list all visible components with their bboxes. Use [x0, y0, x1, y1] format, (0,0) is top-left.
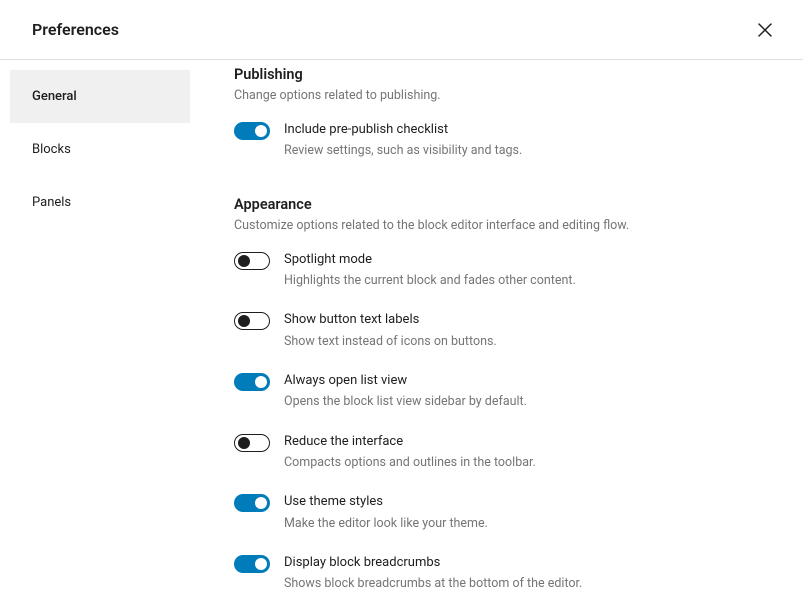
toggle-pre-publish-checklist[interactable]	[234, 122, 270, 140]
tab-label: Panels	[32, 195, 71, 210]
toggle-reduce-interface[interactable]	[234, 434, 270, 452]
option-display-block-breadcrumbs: Display block breadcrumbs Shows block br…	[234, 554, 773, 593]
section-desc: Change options related to publishing.	[234, 88, 773, 103]
section-publishing: Publishing Change options related to pub…	[234, 66, 773, 160]
content-area: Publishing Change options related to pub…	[190, 60, 803, 608]
option-reduce-interface: Reduce the interface Compacts options an…	[234, 433, 773, 472]
tab-panels[interactable]: Panels	[10, 176, 190, 229]
option-desc: Highlights the current block and fades o…	[284, 272, 773, 290]
option-desc: Opens the block list view sidebar by def…	[284, 393, 773, 411]
section-desc: Customize options related to the block e…	[234, 218, 773, 233]
option-desc: Compacts options and outlines in the too…	[284, 454, 773, 472]
sidebar: General Blocks Panels	[0, 60, 190, 608]
tab-general[interactable]: General	[10, 70, 190, 123]
option-pre-publish-checklist: Include pre-publish checklist Review set…	[234, 121, 773, 160]
option-spotlight-mode: Spotlight mode Highlights the current bl…	[234, 251, 773, 290]
close-button[interactable]	[747, 12, 783, 48]
toggle-use-theme-styles[interactable]	[234, 494, 270, 512]
tab-label: Blocks	[32, 142, 71, 157]
toggle-spotlight-mode[interactable]	[234, 252, 270, 270]
section-title: Publishing	[234, 66, 773, 83]
close-icon	[754, 19, 776, 41]
option-label: Display block breadcrumbs	[284, 554, 773, 572]
preferences-header: Preferences	[0, 0, 803, 60]
page-title: Preferences	[32, 20, 119, 39]
option-desc: Shows block breadcrumbs at the bottom of…	[284, 575, 773, 593]
option-label: Always open list view	[284, 372, 773, 390]
toggle-button-text-labels[interactable]	[234, 312, 270, 330]
option-label: Spotlight mode	[284, 251, 773, 269]
toggle-always-open-list-view[interactable]	[234, 373, 270, 391]
option-always-open-list-view: Always open list view Opens the block li…	[234, 372, 773, 411]
option-desc: Make the editor look like your theme.	[284, 515, 773, 533]
option-label: Reduce the interface	[284, 433, 773, 451]
tab-blocks[interactable]: Blocks	[10, 123, 190, 176]
section-title: Appearance	[234, 196, 773, 213]
option-desc: Show text instead of icons on buttons.	[284, 333, 773, 351]
option-label: Use theme styles	[284, 493, 773, 511]
option-desc: Review settings, such as visibility and …	[284, 142, 773, 160]
section-appearance: Appearance Customize options related to …	[234, 196, 773, 593]
toggle-display-block-breadcrumbs[interactable]	[234, 555, 270, 573]
option-use-theme-styles: Use theme styles Make the editor look li…	[234, 493, 773, 532]
option-label: Include pre-publish checklist	[284, 121, 773, 139]
option-label: Show button text labels	[284, 311, 773, 329]
tab-label: General	[32, 89, 77, 104]
option-button-text-labels: Show button text labels Show text instea…	[234, 311, 773, 350]
